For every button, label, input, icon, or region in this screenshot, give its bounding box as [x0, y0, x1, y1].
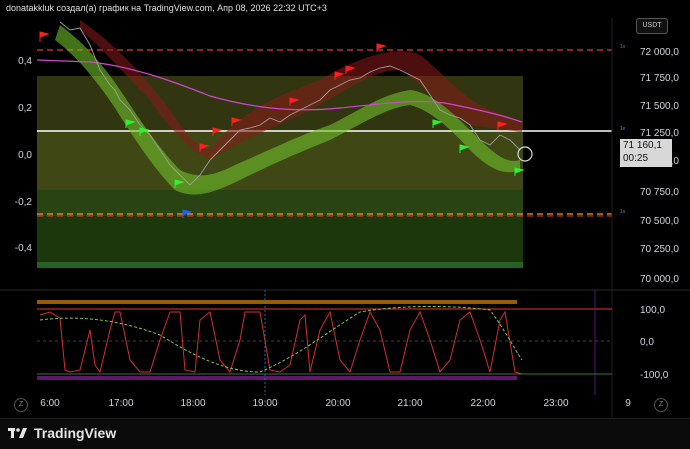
price-axis-label: 71 750,0 [640, 73, 679, 84]
oscillator-axis-label: 100,0 [640, 305, 665, 316]
price-axis-label: 71 250,0 [640, 128, 679, 139]
left-axis-label: -0,2 [15, 197, 33, 208]
brand-name: TradingView [34, 425, 117, 441]
brand-footer: TradingView [0, 418, 690, 449]
left-axis-label: 0,0 [18, 150, 32, 161]
price-axis-label: 71 500,0 [640, 101, 679, 112]
time-axis-label: 19:00 [252, 398, 277, 409]
tradingview-logo[interactable]: TradingView [8, 425, 116, 441]
tradingview-logo-icon [8, 428, 27, 438]
time-axis-label: 21:00 [397, 398, 422, 409]
price-axis-label: 72 000,0 [640, 47, 679, 58]
time-axis-label: 17:00 [108, 398, 133, 409]
price-axis-label: 70 000,0 [640, 274, 679, 285]
price-axis-label: 70 750,0 [640, 187, 679, 198]
time-axis-label: 6:00 [40, 398, 60, 409]
oscillator-axis-label: 0,0 [640, 337, 654, 348]
time-axis-label: 20:00 [325, 398, 350, 409]
last-price-tag: 71 160,1 00:25 [620, 139, 672, 167]
price-axis-label: 70 500,0 [640, 216, 679, 227]
time-axis-label: 18:00 [180, 398, 205, 409]
svg-text:1v: 1v [620, 44, 626, 50]
svg-text:1v: 1v [620, 209, 626, 215]
svg-text:1v: 1v [620, 126, 626, 132]
zoom-right-button[interactable]: Z [654, 398, 668, 412]
last-price-value: 71 160,1 [623, 140, 662, 151]
price-chart[interactable]: 1v 1v 1v 72 000,0 71 750,0 71 500,0 71 250,… [0, 0, 690, 418]
lower-zone [37, 190, 523, 216]
price-axis-label: 70 250,0 [640, 244, 679, 255]
time-axis-label: 22:00 [470, 398, 495, 409]
left-axis-label: 0,4 [18, 56, 32, 67]
currency-badge[interactable]: USDT [636, 18, 668, 34]
time-axis: 6:00 17:00 18:00 19:00 20:00 21:00 22:00 23:00 9 [40, 398, 631, 409]
time-axis-label: 9 [625, 398, 631, 409]
bottom-zone [37, 216, 523, 268]
zoom-left-button[interactable]: Z [14, 398, 28, 412]
oscillator-axis-label: -100,0 [640, 370, 669, 381]
left-axis-label: 0,2 [18, 103, 32, 114]
left-axis-label: -0,4 [15, 243, 33, 254]
time-axis-label: 23:00 [543, 398, 568, 409]
bar-countdown: 00:25 [623, 153, 649, 164]
